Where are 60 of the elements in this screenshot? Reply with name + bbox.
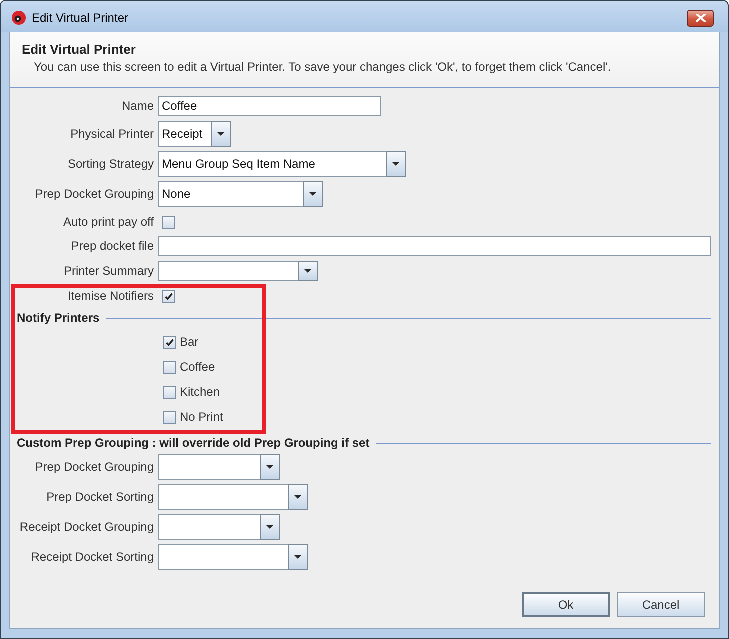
- caret-icon: [392, 162, 400, 166]
- dialog-button[interactable]: Cancel: [617, 592, 705, 617]
- dropdown-field[interactable]: [158, 484, 288, 510]
- checkbox-label: Bar: [180, 335, 199, 349]
- window-title: Edit Virtual Printer: [32, 11, 128, 25]
- field-label: Name: [122, 99, 154, 113]
- checkbox[interactable]: [162, 216, 175, 228]
- checkbox[interactable]: [162, 290, 175, 302]
- checkbox[interactable]: [163, 336, 176, 348]
- field-label: Prep docket file: [71, 239, 154, 253]
- field-label: Prep Docket Sorting: [46, 490, 154, 504]
- dialog-button[interactable]: Ok: [522, 592, 610, 617]
- header-description: You can use this screen to edit a Virtual Printer. To save your changes click 'Ok', to forget them click 'Cancel'.: [34, 60, 612, 74]
- dropdown-field[interactable]: [158, 261, 298, 281]
- close-button[interactable]: [687, 10, 714, 26]
- field-label: Receipt Docket Grouping: [20, 520, 154, 534]
- section-heading: Notify Printers: [17, 311, 100, 325]
- check-icon: [164, 292, 172, 300]
- field-label: Itemise Notifiers: [68, 289, 154, 303]
- dropdown-field[interactable]: [158, 454, 260, 480]
- dropdown-button[interactable]: [386, 151, 406, 177]
- dropdown-field[interactable]: [158, 514, 260, 540]
- logo-icon: [12, 11, 26, 25]
- caret-icon: [266, 525, 274, 529]
- dropdown-button[interactable]: [303, 181, 323, 207]
- checkbox[interactable]: [163, 360, 176, 374]
- caret-icon: [294, 555, 302, 559]
- close-icon: [696, 14, 706, 22]
- text-field[interactable]: [158, 236, 711, 256]
- dropdown-button[interactable]: [288, 544, 308, 570]
- field-label: Printer Summary: [64, 264, 154, 278]
- dropdown-button[interactable]: [211, 121, 231, 147]
- field-label: Sorting Strategy: [68, 157, 154, 171]
- checkbox[interactable]: [163, 410, 176, 424]
- caret-icon: [304, 269, 312, 273]
- caret-icon: [266, 465, 274, 469]
- field-label: Receipt Docket Sorting: [31, 550, 154, 564]
- field-label: Auto print pay off: [63, 215, 154, 229]
- field-label: Prep Docket Grouping: [35, 460, 154, 474]
- field-label: Prep Docket Grouping: [35, 187, 154, 201]
- caret-icon: [294, 495, 302, 499]
- dropdown-field[interactable]: Receipt: [158, 121, 211, 147]
- dropdown-field[interactable]: [158, 544, 288, 570]
- header-title: Edit Virtual Printer: [22, 42, 136, 58]
- dropdown-button[interactable]: [260, 514, 280, 540]
- check-icon: [166, 338, 174, 346]
- field-label: Physical Printer: [70, 127, 154, 141]
- checkbox-label: Kitchen: [180, 385, 220, 399]
- caret-icon: [217, 132, 225, 136]
- dropdown-button[interactable]: [260, 454, 280, 480]
- section-heading: Custom Prep Grouping : will override old Prep Grouping if set: [17, 436, 370, 450]
- checkbox[interactable]: [163, 386, 176, 398]
- dropdown-field[interactable]: Menu Group Seq Item Name: [158, 151, 386, 177]
- dropdown-field[interactable]: None: [158, 181, 303, 207]
- checkbox-label: Coffee: [180, 360, 216, 374]
- dropdown-button[interactable]: [288, 484, 308, 510]
- checkbox-label: No Print: [180, 410, 224, 424]
- text-field[interactable]: Coffee: [158, 96, 381, 116]
- caret-icon: [309, 192, 317, 196]
- dropdown-button[interactable]: [298, 261, 318, 281]
